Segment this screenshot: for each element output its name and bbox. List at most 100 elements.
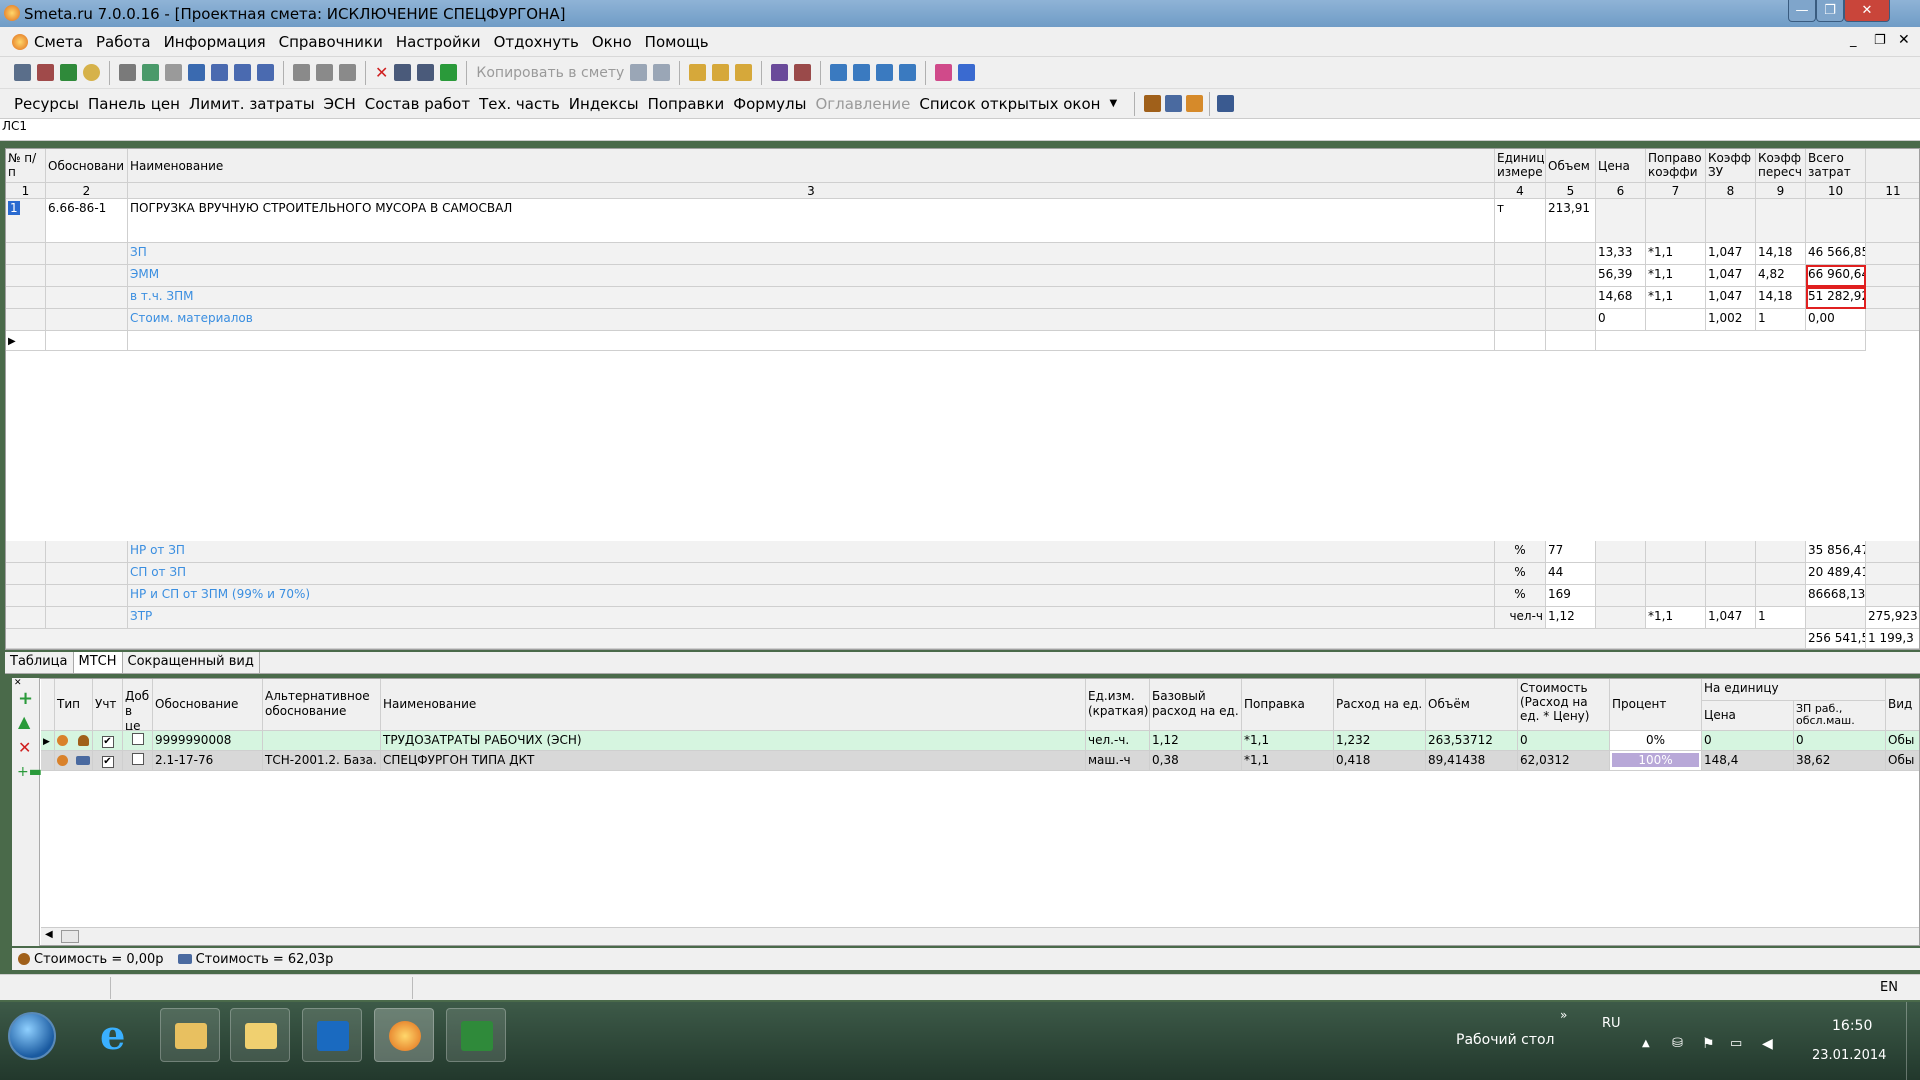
sub-row-price[interactable]: 13,33 xyxy=(1596,243,1646,265)
flag-icon[interactable]: ⚑ xyxy=(1702,1036,1715,1052)
row-unit-cell[interactable]: т xyxy=(1495,199,1546,243)
new-row-code[interactable] xyxy=(46,331,128,351)
resource-unit[interactable]: чел.-ч. xyxy=(1086,731,1150,751)
format-icon[interactable] xyxy=(339,64,356,81)
document-tab[interactable]: ЛС1 xyxy=(0,119,1920,141)
chevron-icon[interactable]: » xyxy=(1560,1008,1567,1022)
resource-volume[interactable]: 89,41438 xyxy=(1426,751,1518,771)
indent-icon[interactable] xyxy=(211,64,228,81)
resource-code[interactable]: 9999990008 xyxy=(153,731,263,751)
resource-base[interactable]: 1,12 xyxy=(1150,731,1242,751)
scroll-thumb[interactable] xyxy=(61,930,79,943)
menu-smeta[interactable]: Смета xyxy=(34,33,83,51)
sub-row-kzu[interactable]: 1,047 xyxy=(1706,265,1756,287)
resource-price[interactable]: 148,4 xyxy=(1702,751,1794,771)
row-corr-cell[interactable] xyxy=(1646,199,1706,243)
list-icon[interactable] xyxy=(257,64,274,81)
transport-icon[interactable] xyxy=(1217,95,1235,112)
resource-corr[interactable]: *1,1 xyxy=(1242,731,1334,751)
row-kzu-cell[interactable] xyxy=(1706,199,1756,243)
resource-name[interactable]: СПЕЦФУРГОН ТИПА ДКТ xyxy=(381,751,1086,771)
footer-row-volume[interactable]: 77 xyxy=(1546,541,1596,563)
footer-row-krec[interactable]: 1 xyxy=(1756,607,1806,629)
sub-row-krec[interactable]: 4,82 xyxy=(1756,265,1806,287)
calc3-icon[interactable] xyxy=(735,64,753,81)
start-button[interactable] xyxy=(8,1012,56,1060)
footer-row-volume[interactable]: 44 xyxy=(1546,563,1596,585)
sub-row-corr[interactable]: *1,1 xyxy=(1646,287,1706,309)
clock-date[interactable]: 23.01.2014 xyxy=(1812,1048,1886,1063)
lync-button[interactable] xyxy=(302,1008,362,1062)
row-code-cell[interactable]: 6.66-86-1 xyxy=(46,199,128,243)
move-right-icon[interactable] xyxy=(899,64,917,81)
outdent-icon[interactable] xyxy=(234,64,251,81)
undo-icon[interactable] xyxy=(165,64,182,81)
count-checkbox[interactable]: ✔ xyxy=(93,731,123,751)
footer-row-corr[interactable]: *1,1 xyxy=(1646,607,1706,629)
mdi-close-button[interactable]: ✕ xyxy=(1898,32,1910,48)
resource-base[interactable]: 0,38 xyxy=(1150,751,1242,771)
count-checkbox[interactable]: ✔ xyxy=(93,751,123,771)
add-sub-resource-icon[interactable]: +▬ xyxy=(17,764,42,780)
explorer-button[interactable] xyxy=(160,1008,220,1062)
new-row-volume[interactable] xyxy=(1546,331,1596,351)
copy-to-estimate-button[interactable]: Копировать в смету xyxy=(476,65,624,81)
add-price-checkbox[interactable] xyxy=(123,751,153,771)
horizontal-scrollbar[interactable]: ◀ xyxy=(41,927,1919,945)
sub-row-price[interactable]: 56,39 xyxy=(1596,265,1646,287)
resource-code[interactable]: 2.1-17-76 xyxy=(153,751,263,771)
sub-row-price[interactable]: 14,68 xyxy=(1596,287,1646,309)
add-row-icon[interactable] xyxy=(440,64,458,81)
desktop-toolbar-label[interactable]: Рабочий стол xyxy=(1456,1032,1555,1048)
monitor-icon[interactable]: ▭ xyxy=(1730,1036,1742,1051)
network-icon[interactable]: ⛁ xyxy=(1672,1036,1683,1051)
sub-row-corr[interactable]: *1,1 xyxy=(1646,265,1706,287)
maximize-button[interactable]: ❐ xyxy=(1816,0,1844,22)
add-price-checkbox[interactable] xyxy=(123,731,153,751)
collapse-icon[interactable]: ✕ xyxy=(14,678,22,688)
smeta-button[interactable] xyxy=(374,1008,434,1062)
sub-row-kzu[interactable]: 1,002 xyxy=(1706,309,1756,331)
menu-pomosch[interactable]: Помощь xyxy=(645,33,709,51)
move-down-icon[interactable] xyxy=(853,64,871,81)
row-col11-cell[interactable] xyxy=(1866,199,1919,243)
resource-zp[interactable]: 0 xyxy=(1794,731,1886,751)
scroll-left-icon[interactable]: ◀ xyxy=(45,929,53,940)
paste-icon[interactable] xyxy=(316,64,333,81)
redo-icon[interactable] xyxy=(188,64,205,81)
menu-okno[interactable]: Окно xyxy=(592,33,632,51)
toolbar-indeksy[interactable]: Индексы xyxy=(569,95,639,113)
clock-time[interactable]: 16:50 xyxy=(1832,1018,1872,1034)
save-icon[interactable] xyxy=(119,64,136,81)
refresh-icon[interactable] xyxy=(142,64,159,81)
new-row-unit[interactable] xyxy=(1495,331,1546,351)
resource-cost[interactable]: 0 xyxy=(1518,731,1610,751)
resource-alt[interactable] xyxy=(263,731,381,751)
new-row-rest[interactable] xyxy=(1596,331,1866,351)
sub-row-krec[interactable]: 14,18 xyxy=(1756,243,1806,265)
new-estimate-icon[interactable] xyxy=(14,64,31,81)
calc2-icon[interactable] xyxy=(712,64,730,81)
report-icon[interactable] xyxy=(771,64,789,81)
mdi-restore-button[interactable]: ❐ xyxy=(1874,33,1886,48)
volume-icon[interactable]: ◀ xyxy=(1762,1036,1773,1052)
delete-resource-icon[interactable]: ✕ xyxy=(18,738,31,757)
new-row-name[interactable] xyxy=(128,331,1495,351)
move-up-icon[interactable]: ▲ xyxy=(18,712,30,731)
resource-price[interactable]: 0 xyxy=(1702,731,1794,751)
resource-name[interactable]: ТРУДОЗАТРАТЫ РАБОЧИХ (ЭСН) xyxy=(381,731,1086,751)
toolbar-limit-zatraty[interactable]: Лимит. затраты xyxy=(189,95,315,113)
toolbar-sostav-rabot[interactable]: Состав работ xyxy=(365,95,470,113)
row-krec-cell[interactable] xyxy=(1756,199,1806,243)
resource-corr[interactable]: *1,1 xyxy=(1242,751,1334,771)
show-desktop-button[interactable] xyxy=(1906,1002,1920,1080)
toolbar-resursy[interactable]: Ресурсы xyxy=(14,95,79,113)
sub-row-kzu[interactable]: 1,047 xyxy=(1706,287,1756,309)
menu-spravochniki[interactable]: Справочники xyxy=(279,33,383,51)
menu-otdokhnut[interactable]: Отдохнуть xyxy=(494,33,579,51)
copy-icon[interactable] xyxy=(417,64,435,81)
menu-nastroyki[interactable]: Настройки xyxy=(396,33,481,51)
resource-kind[interactable]: Обы xyxy=(1886,751,1919,771)
excel-button[interactable] xyxy=(446,1008,506,1062)
resource-zp[interactable]: 38,62 xyxy=(1794,751,1886,771)
